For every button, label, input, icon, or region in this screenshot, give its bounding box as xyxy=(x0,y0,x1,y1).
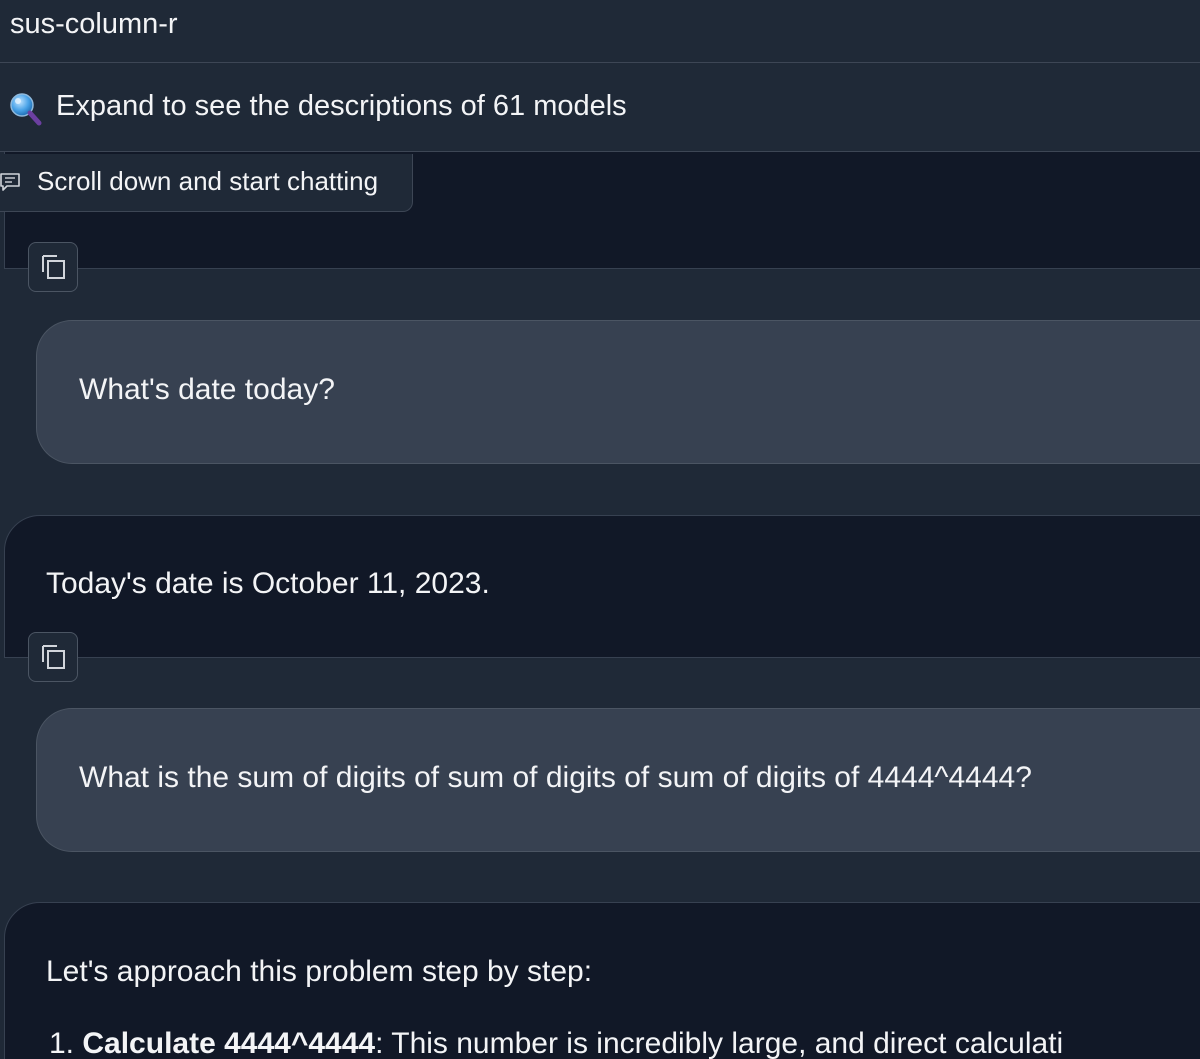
step-number: 1. xyxy=(49,1027,75,1059)
chat-page: sus-column-r Expand to see the descripti… xyxy=(0,0,1200,1059)
model-name-value: sus-column-r xyxy=(10,8,178,40)
chatbot-label: Scroll down and start chatting xyxy=(0,154,413,212)
magnifier-icon xyxy=(10,93,42,126)
bot-message-step: 1. Calculate 4444^4444: This number is i… xyxy=(49,1027,1063,1059)
chatbot-label-text: Scroll down and start chatting xyxy=(37,166,379,196)
chat-icon xyxy=(0,173,20,191)
user-message-text: What's date today? xyxy=(79,373,335,406)
user-message: What's date today? xyxy=(36,320,1200,464)
copy-button[interactable] xyxy=(28,632,78,682)
step-title: Calculate 4444^4444 xyxy=(82,1027,376,1059)
user-message: What is the sum of digits of sum of digi… xyxy=(36,708,1200,852)
copy-button[interactable] xyxy=(28,242,78,292)
chatbot-panel: Scroll down and start chatting What's da… xyxy=(0,152,1200,1059)
model-name-field[interactable]: sus-column-r xyxy=(0,0,1200,63)
bot-message-text: Today's date is October 11, 2023. xyxy=(46,567,490,600)
copy-icon xyxy=(42,645,65,669)
bot-message: Today's date is October 11, 2023. xyxy=(4,515,1200,658)
bot-message: Let's approach this problem step by step… xyxy=(4,902,1200,1059)
accordion-label: Expand to see the descriptions of 61 mod… xyxy=(56,90,627,122)
user-message-text: What is the sum of digits of sum of digi… xyxy=(79,761,1032,794)
step-text: : This number is incredibly large, and d… xyxy=(375,1027,1064,1059)
bot-message-intro: Let's approach this problem step by step… xyxy=(46,955,593,988)
copy-icon xyxy=(42,255,65,279)
model-descriptions-accordion[interactable]: Expand to see the descriptions of 61 mod… xyxy=(0,64,1200,152)
